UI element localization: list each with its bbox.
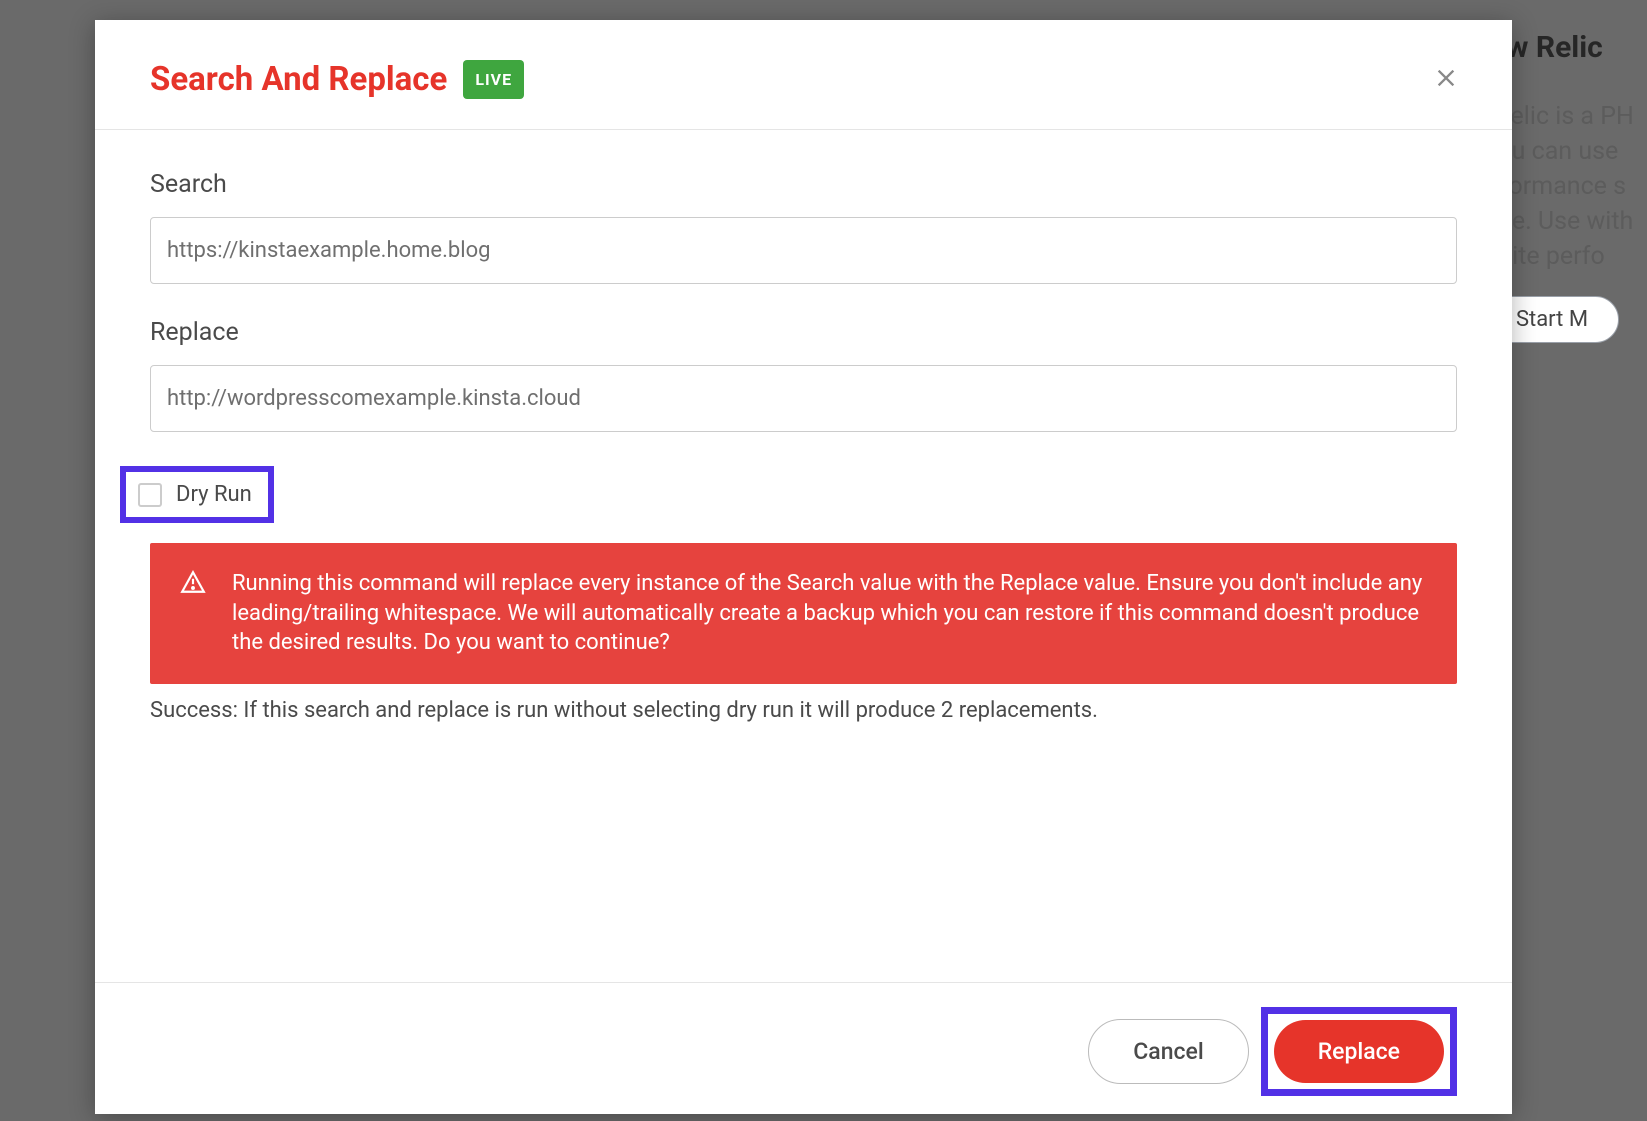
cancel-button[interactable]: Cancel	[1088, 1019, 1248, 1084]
modal-footer: Cancel Replace	[95, 982, 1512, 1114]
warning-icon	[180, 569, 206, 599]
dry-run-label: Dry Run	[176, 482, 252, 507]
replace-button-highlight: Replace	[1261, 1007, 1457, 1096]
replace-input[interactable]	[150, 365, 1457, 432]
warning-alert: Running this command will replace every …	[150, 543, 1457, 684]
replace-label: Replace	[150, 318, 1457, 347]
close-icon[interactable]	[1435, 67, 1457, 93]
modal-title: Search And Replace	[150, 60, 447, 99]
modal-header: Search And Replace LIVE	[95, 20, 1512, 130]
replace-button[interactable]: Replace	[1274, 1020, 1444, 1083]
live-badge: LIVE	[463, 60, 524, 99]
search-replace-modal: Search And Replace LIVE Search Replace D…	[95, 20, 1512, 1114]
warning-text: Running this command will replace every …	[232, 569, 1431, 658]
modal-body: Search Replace Dry Run Running this comm…	[95, 130, 1512, 982]
dry-run-checkbox-row[interactable]: Dry Run	[120, 466, 274, 523]
dry-run-checkbox[interactable]	[138, 483, 162, 507]
search-input[interactable]	[150, 217, 1457, 284]
success-message: Success: If this search and replace is r…	[150, 698, 1457, 723]
search-label: Search	[150, 170, 1457, 199]
